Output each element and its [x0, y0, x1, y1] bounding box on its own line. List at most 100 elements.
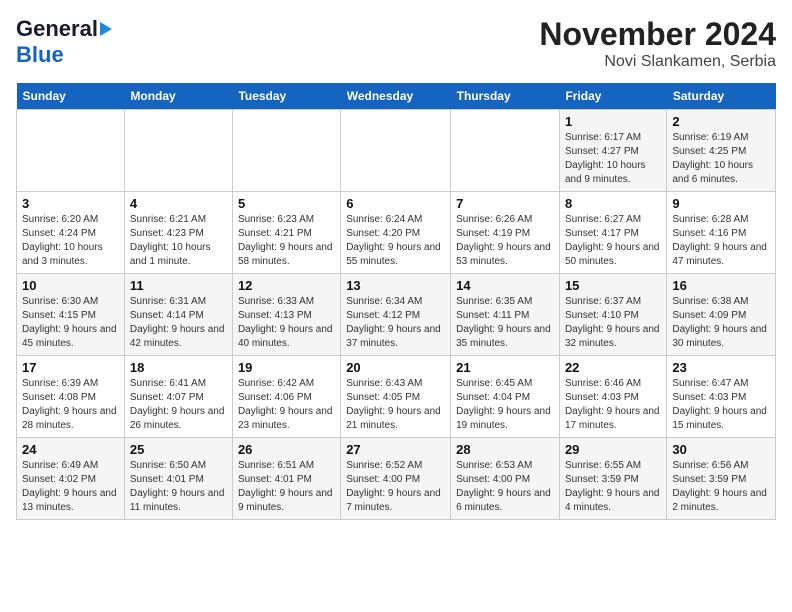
calendar-cell: 24 Sunrise: 6:49 AM Sunset: 4:02 PM Dayli… — [17, 438, 125, 520]
calendar-cell: 6 Sunrise: 6:24 AM Sunset: 4:20 PM Daylig… — [341, 192, 451, 274]
calendar-cell: 23 Sunrise: 6:47 AM Sunset: 4:03 PM Dayli… — [667, 356, 776, 438]
day-info: Sunrise: 6:28 AM Sunset: 4:16 PM Dayligh… — [672, 213, 770, 269]
day-number: 10 — [22, 278, 119, 293]
day-info: Sunrise: 6:49 AM Sunset: 4:02 PM Dayligh… — [22, 459, 119, 515]
calendar-cell: 9 Sunrise: 6:28 AM Sunset: 4:16 PM Daylig… — [667, 192, 776, 274]
day-number: 6 — [346, 196, 445, 211]
day-number: 29 — [565, 442, 661, 457]
day-info: Sunrise: 6:52 AM Sunset: 4:00 PM Dayligh… — [346, 459, 445, 515]
calendar-table: SundayMondayTuesdayWednesdayThursdayFrid… — [16, 83, 776, 520]
day-info: Sunrise: 6:23 AM Sunset: 4:21 PM Dayligh… — [238, 213, 335, 269]
calendar-cell: 2Sunrise: 6:19 AM Sunset: 4:25 PM Daylig… — [667, 110, 776, 192]
calendar-cell: 17 Sunrise: 6:39 AM Sunset: 4:08 PM Dayli… — [17, 356, 125, 438]
calendar-week-row: 1 Sunrise: 6:17 AM Sunset: 4:27 PM Daylig… — [17, 110, 776, 192]
day-info: Sunrise: 6:31 AM Sunset: 4:14 PM Dayligh… — [130, 295, 227, 351]
day-info: Sunrise: 6:47 AM Sunset: 4:03 PM Dayligh… — [672, 377, 770, 433]
calendar-cell — [17, 110, 125, 192]
day-info: Sunrise: 6:34 AM Sunset: 4:12 PM Dayligh… — [346, 295, 445, 351]
day-info: Sunrise: 6:38 AM Sunset: 4:09 PM Dayligh… — [672, 295, 770, 351]
day-number: 1 — [565, 114, 661, 129]
logo-arrow-icon — [100, 22, 112, 36]
column-header-wednesday: Wednesday — [341, 83, 451, 110]
calendar-cell — [232, 110, 340, 192]
day-info: Sunrise: 6:45 AM Sunset: 4:04 PM Dayligh… — [456, 377, 554, 433]
day-number: 13 — [346, 278, 445, 293]
day-info: Sunrise: 6:33 AM Sunset: 4:13 PM Dayligh… — [238, 295, 335, 351]
calendar-week-row: 17 Sunrise: 6:39 AM Sunset: 4:08 PM Dayli… — [17, 356, 776, 438]
calendar-cell: 22 Sunrise: 6:46 AM Sunset: 4:03 PM Dayli… — [559, 356, 666, 438]
day-number: 19 — [238, 360, 335, 375]
day-number: 14 — [456, 278, 554, 293]
day-info: Sunrise: 6:50 AM Sunset: 4:01 PM Dayligh… — [130, 459, 227, 515]
day-number: 18 — [130, 360, 227, 375]
calendar-cell: 14 Sunrise: 6:35 AM Sunset: 4:11 PM Dayli… — [451, 274, 560, 356]
calendar-week-row: 3Sunrise: 6:20 AM Sunset: 4:24 PM Daylig… — [17, 192, 776, 274]
day-number: 5 — [238, 196, 335, 211]
calendar-cell: 28 Sunrise: 6:53 AM Sunset: 4:00 PM Dayli… — [451, 438, 560, 520]
calendar-cell: 8 Sunrise: 6:27 AM Sunset: 4:17 PM Daylig… — [559, 192, 666, 274]
calendar-cell: 25 Sunrise: 6:50 AM Sunset: 4:01 PM Dayli… — [124, 438, 232, 520]
day-info: Sunrise: 6:17 AM Sunset: 4:27 PM Dayligh… — [565, 131, 661, 187]
calendar-cell: 11 Sunrise: 6:31 AM Sunset: 4:14 PM Dayli… — [124, 274, 232, 356]
calendar-cell: 27 Sunrise: 6:52 AM Sunset: 4:00 PM Dayli… — [341, 438, 451, 520]
column-header-saturday: Saturday — [667, 83, 776, 110]
calendar-cell: 5 Sunrise: 6:23 AM Sunset: 4:21 PM Daylig… — [232, 192, 340, 274]
calendar-header-row: SundayMondayTuesdayWednesdayThursdayFrid… — [17, 83, 776, 110]
day-info: Sunrise: 6:35 AM Sunset: 4:11 PM Dayligh… — [456, 295, 554, 351]
day-info: Sunrise: 6:27 AM Sunset: 4:17 PM Dayligh… — [565, 213, 661, 269]
day-number: 26 — [238, 442, 335, 457]
calendar-cell: 4 Sunrise: 6:21 AM Sunset: 4:23 PM Daylig… — [124, 192, 232, 274]
calendar-cell: 13 Sunrise: 6:34 AM Sunset: 4:12 PM Dayli… — [341, 274, 451, 356]
day-info: Sunrise: 6:55 AM Sunset: 3:59 PM Dayligh… — [565, 459, 661, 515]
calendar-cell: 21 Sunrise: 6:45 AM Sunset: 4:04 PM Dayli… — [451, 356, 560, 438]
column-header-friday: Friday — [559, 83, 666, 110]
title-block: November 2024 Novi Slankamen, Serbia — [539, 16, 776, 71]
calendar-week-row: 24 Sunrise: 6:49 AM Sunset: 4:02 PM Dayli… — [17, 438, 776, 520]
column-header-monday: Monday — [124, 83, 232, 110]
day-number: 30 — [672, 442, 770, 457]
calendar-cell: 29 Sunrise: 6:55 AM Sunset: 3:59 PM Dayli… — [559, 438, 666, 520]
logo-text-blue: Blue — [16, 42, 64, 67]
day-number: 12 — [238, 278, 335, 293]
day-number: 21 — [456, 360, 554, 375]
calendar-cell — [451, 110, 560, 192]
calendar-cell: 10 Sunrise: 6:30 AM Sunset: 4:15 PM Dayli… — [17, 274, 125, 356]
day-number: 25 — [130, 442, 227, 457]
day-number: 11 — [130, 278, 227, 293]
day-number: 27 — [346, 442, 445, 457]
day-number: 24 — [22, 442, 119, 457]
day-info: Sunrise: 6:20 AM Sunset: 4:24 PM Dayligh… — [22, 213, 119, 269]
day-number: 15 — [565, 278, 661, 293]
day-number: 2 — [672, 114, 770, 129]
day-info: Sunrise: 6:53 AM Sunset: 4:00 PM Dayligh… — [456, 459, 554, 515]
location-subtitle: Novi Slankamen, Serbia — [539, 53, 776, 71]
column-header-tuesday: Tuesday — [232, 83, 340, 110]
day-number: 17 — [22, 360, 119, 375]
calendar-week-row: 10 Sunrise: 6:30 AM Sunset: 4:15 PM Dayli… — [17, 274, 776, 356]
calendar-cell: 19Sunrise: 6:42 AM Sunset: 4:06 PM Dayli… — [232, 356, 340, 438]
day-number: 8 — [565, 196, 661, 211]
day-info: Sunrise: 6:30 AM Sunset: 4:15 PM Dayligh… — [22, 295, 119, 351]
logo-text-general: General — [16, 16, 98, 42]
day-number: 22 — [565, 360, 661, 375]
day-number: 16 — [672, 278, 770, 293]
calendar-cell: 26 Sunrise: 6:51 AM Sunset: 4:01 PM Dayli… — [232, 438, 340, 520]
calendar-cell: 15Sunrise: 6:37 AM Sunset: 4:10 PM Dayli… — [559, 274, 666, 356]
day-number: 4 — [130, 196, 227, 211]
day-info: Sunrise: 6:51 AM Sunset: 4:01 PM Dayligh… — [238, 459, 335, 515]
day-number: 7 — [456, 196, 554, 211]
day-info: Sunrise: 6:43 AM Sunset: 4:05 PM Dayligh… — [346, 377, 445, 433]
day-number: 23 — [672, 360, 770, 375]
day-info: Sunrise: 6:39 AM Sunset: 4:08 PM Dayligh… — [22, 377, 119, 433]
day-info: Sunrise: 6:24 AM Sunset: 4:20 PM Dayligh… — [346, 213, 445, 269]
calendar-cell: 20Sunrise: 6:43 AM Sunset: 4:05 PM Dayli… — [341, 356, 451, 438]
calendar-cell: 1 Sunrise: 6:17 AM Sunset: 4:27 PM Daylig… — [559, 110, 666, 192]
day-info: Sunrise: 6:41 AM Sunset: 4:07 PM Dayligh… — [130, 377, 227, 433]
calendar-cell — [341, 110, 451, 192]
column-header-thursday: Thursday — [451, 83, 560, 110]
day-info: Sunrise: 6:21 AM Sunset: 4:23 PM Dayligh… — [130, 213, 227, 269]
day-info: Sunrise: 6:46 AM Sunset: 4:03 PM Dayligh… — [565, 377, 661, 433]
day-number: 9 — [672, 196, 770, 211]
column-header-sunday: Sunday — [17, 83, 125, 110]
day-number: 28 — [456, 442, 554, 457]
